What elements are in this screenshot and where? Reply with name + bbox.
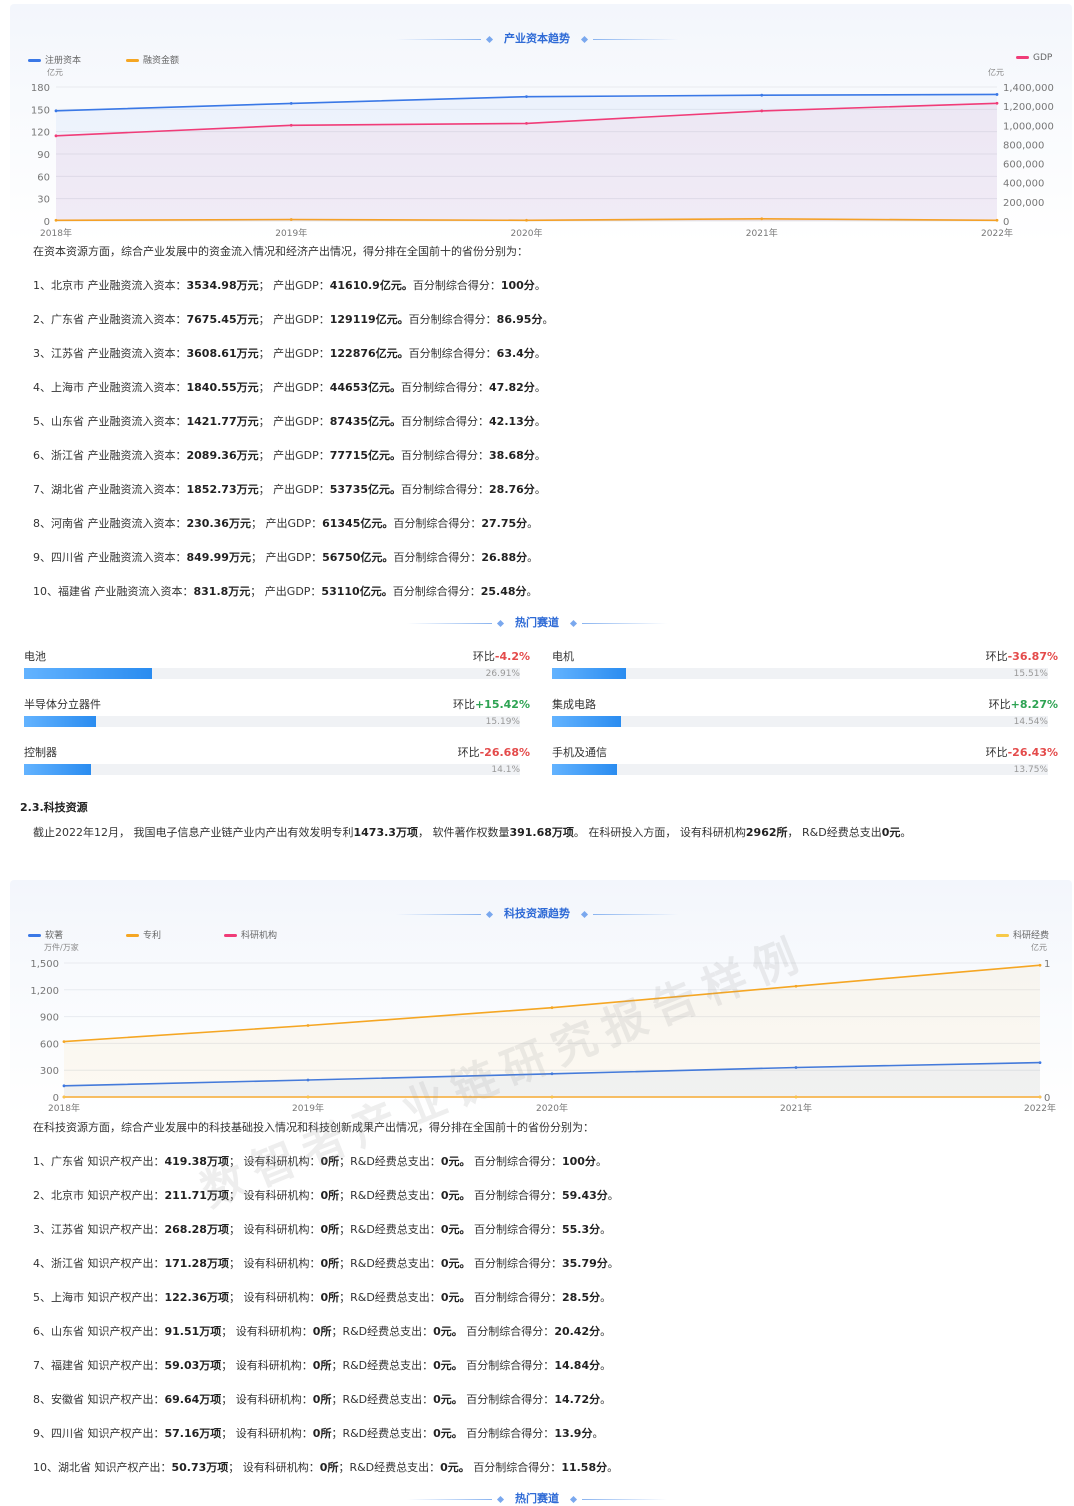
tech-rank-row: 8、安徽省 知识产权产出：69.64万项； 设有科研机构：0所；R&D经费总支出…: [33, 1393, 612, 1406]
series-point[interactable]: [1038, 963, 1042, 967]
tech-rank-row: 6、山东省 知识产权产出：91.51万项； 设有科研机构：0所；R&D经费总支出…: [33, 1325, 612, 1338]
x-tick: 2020年: [536, 1102, 568, 1114]
series-point[interactable]: [1038, 1095, 1042, 1099]
tech-rank-row: 3、江苏省 知识产权产出：268.28万项； 设有科研机构：0所；R&D经费总支…: [33, 1223, 612, 1236]
y-tick-left: 0: [53, 1093, 59, 1104]
y-tick-left: 1,200: [30, 986, 59, 997]
y-tick-right: 0: [1044, 1093, 1050, 1104]
series-point[interactable]: [550, 1095, 554, 1099]
tech-rank-row: 4、浙江省 知识产权产出：171.28万项； 设有科研机构：0所；R&D经费总支…: [33, 1257, 619, 1270]
series-point[interactable]: [550, 1006, 554, 1010]
tech-trend-chart: 03006009001,2001,500012018年 2019年 2020年 202…: [30, 959, 1056, 1114]
series-point[interactable]: [794, 1095, 798, 1099]
tech-rank-row: 2、北京市 知识产权产出：211.71万项； 设有科研机构：0所；R&D经费总支…: [33, 1189, 619, 1202]
x-tick: 2018年: [48, 1102, 80, 1114]
x-tick: 2021年: [780, 1102, 812, 1114]
x-tick: 2022年: [1024, 1102, 1056, 1114]
series-point[interactable]: [62, 1095, 66, 1099]
y-tick-left: 300: [40, 1066, 59, 1077]
tech-rank-row: 5、上海市 知识产权产出：122.36万项； 设有科研机构：0所；R&D经费总支…: [33, 1291, 612, 1304]
series-point[interactable]: [62, 1040, 66, 1044]
tech-rank-row: 7、福建省 知识产权产出：59.03万项； 设有科研机构：0所；R&D经费总支出…: [33, 1359, 612, 1372]
tech-rank-row: 9、四川省 知识产权产出：57.16万项； 设有科研机构：0所；R&D经费总支出…: [33, 1427, 604, 1440]
y-tick-left: 600: [40, 1039, 59, 1050]
y-tick-left: 1,500: [30, 959, 59, 970]
series-point[interactable]: [306, 1024, 310, 1027]
y-tick-left: 900: [40, 1013, 59, 1024]
series-point[interactable]: [794, 984, 798, 988]
tech-rank-row: 10、湖北省 知识产权产出：50.73万项； 设有科研机构：0所；R&D经费总支…: [33, 1461, 619, 1474]
series-point[interactable]: [306, 1095, 310, 1099]
y-tick-right: 1: [1044, 959, 1050, 970]
bottom-title-text: 热门赛道: [515, 1492, 559, 1505]
